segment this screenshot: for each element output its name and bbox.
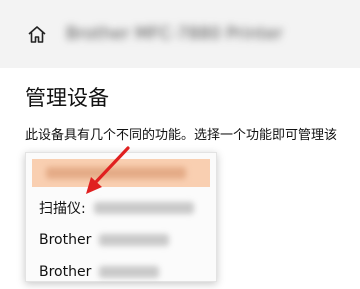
page-header: Brother MFC-7880 Printer (0, 0, 360, 68)
dropdown-option-brother-2[interactable]: Brother (26, 255, 216, 289)
function-dropdown-list[interactable]: 扫描仪: Brother Brother (25, 152, 217, 282)
option-label: 扫描仪: (39, 201, 86, 217)
option-text-redacted (93, 202, 194, 214)
home-icon (28, 26, 46, 43)
dropdown-option-selected[interactable] (32, 159, 210, 187)
page-title: 管理设备 (25, 86, 109, 110)
page-description: 此设备具有几个不同的功能。选择一个功能即可管理该 (25, 128, 338, 143)
home-button[interactable] (20, 18, 54, 52)
dropdown-option-brother-1[interactable]: Brother (26, 223, 216, 257)
dropdown-option-scanner[interactable]: 扫描仪: (26, 191, 216, 225)
option-label: Brother (39, 232, 92, 248)
option-label: Brother (39, 264, 92, 280)
option-text-redacted (46, 167, 186, 179)
option-text-redacted (99, 234, 170, 246)
option-text-redacted (99, 266, 160, 278)
device-name: Brother MFC-7880 Printer (66, 24, 283, 44)
